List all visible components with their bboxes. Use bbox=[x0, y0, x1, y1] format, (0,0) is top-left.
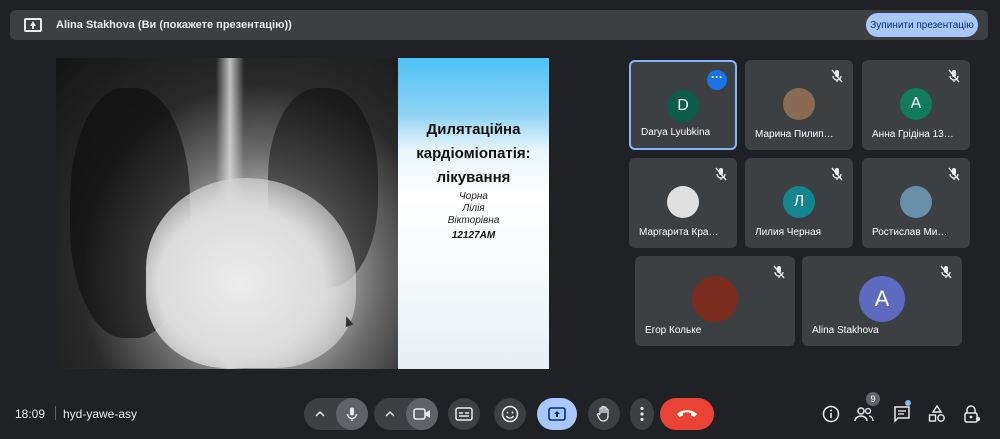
participant-name: Darya Lyubkina bbox=[641, 127, 711, 138]
presentation-slide: Дилятаційна кардіоміопатія: лікування Чо… bbox=[56, 58, 549, 369]
divider bbox=[55, 406, 56, 420]
slide-group: 12127АМ bbox=[451, 230, 496, 241]
slide-heading: Дилятаційна кардіоміопатія: лікування bbox=[398, 118, 549, 190]
mic-off-icon bbox=[948, 69, 960, 83]
presentation-banner: Alina Stakhova (Ви (покажете презентацію… bbox=[10, 10, 988, 40]
mic-off-icon bbox=[940, 265, 952, 279]
avatar bbox=[667, 186, 699, 218]
chevron-up-icon[interactable] bbox=[314, 408, 326, 420]
host-controls-button[interactable] bbox=[960, 402, 984, 426]
participant-tile[interactable]: Марина Пилип… bbox=[745, 60, 853, 150]
more-vertical-icon bbox=[640, 406, 644, 422]
camera-control-group bbox=[374, 398, 438, 430]
participant-name: Егор Кольке bbox=[645, 325, 702, 336]
meeting-details-button[interactable] bbox=[819, 402, 843, 426]
mic-off-icon bbox=[948, 167, 960, 181]
avatar: D bbox=[667, 90, 699, 122]
people-icon bbox=[854, 407, 874, 422]
mic-control-group bbox=[304, 398, 368, 430]
hang-up-icon bbox=[677, 410, 697, 417]
captions-icon bbox=[455, 407, 473, 421]
participant-tile[interactable]: A Alina Stakhova bbox=[802, 256, 962, 346]
participant-tile[interactable]: A Анна Грідіна 13… bbox=[862, 60, 970, 150]
slide-heading-line: кардіоміопатія: bbox=[416, 145, 531, 162]
avatar: A bbox=[900, 88, 932, 120]
slide-author: Чорна Лілія Вікторівна bbox=[398, 191, 549, 227]
more-options-button[interactable] bbox=[630, 398, 654, 430]
avatar bbox=[900, 186, 932, 218]
stop-presenting-button[interactable]: Зупинити презентацію bbox=[866, 13, 978, 37]
mic-off-icon bbox=[715, 167, 727, 181]
slide-heading-line: Дилятаційна bbox=[426, 121, 521, 138]
slide-text-panel: Дилятаційна кардіоміопатія: лікування Чо… bbox=[398, 58, 549, 369]
participant-tile[interactable]: Л Лилия Черная bbox=[745, 158, 853, 248]
participant-name: Анна Грідіна 13… bbox=[872, 129, 954, 140]
participant-tile[interactable]: ··· D Darya Lyubkina bbox=[629, 60, 737, 150]
banner-title: Alina Stakhova (Ви (покажете презентацію… bbox=[56, 19, 292, 31]
participant-tile[interactable]: Ростислав Ми… bbox=[862, 158, 970, 248]
participant-tile[interactable]: Маргарита Кра… bbox=[629, 158, 737, 248]
participant-name: Маргарита Кра… bbox=[639, 227, 719, 238]
present-screen-icon bbox=[24, 18, 42, 32]
slide-author-line: Чорна bbox=[459, 191, 488, 202]
shapes-icon bbox=[928, 405, 945, 422]
participant-name: Alina Stakhova bbox=[812, 325, 879, 336]
slide-heading-line: лікування bbox=[436, 169, 511, 186]
avatar: A bbox=[859, 276, 905, 322]
more-options-icon[interactable]: ··· bbox=[707, 70, 727, 90]
raise-hand-button[interactable] bbox=[588, 398, 620, 430]
captions-button[interactable] bbox=[448, 398, 480, 430]
present-now-button[interactable] bbox=[537, 398, 577, 430]
meeting-code: hyd-yawe-asy bbox=[63, 407, 138, 421]
participant-name: Ростислав Ми… bbox=[872, 227, 948, 238]
slide-author-line: Лілія bbox=[462, 203, 485, 214]
participant-name: Марина Пилип… bbox=[755, 129, 834, 140]
mic-off-icon bbox=[773, 265, 785, 279]
participant-name: Лилия Черная bbox=[755, 227, 822, 238]
avatar bbox=[692, 276, 738, 322]
people-count-badge: 9 bbox=[866, 392, 880, 406]
lock-person-icon bbox=[964, 405, 981, 423]
emoji-icon bbox=[501, 405, 519, 423]
chat-notification-dot bbox=[905, 400, 911, 406]
slide-author-line: Вікторівна bbox=[447, 215, 500, 226]
info-icon bbox=[822, 405, 840, 423]
chat-button[interactable] bbox=[890, 402, 914, 426]
leave-call-button[interactable] bbox=[660, 398, 714, 430]
clock: 18:09 bbox=[15, 407, 46, 421]
camera-button[interactable] bbox=[406, 398, 438, 430]
activities-button[interactable] bbox=[925, 402, 949, 426]
avatar: Л bbox=[783, 186, 815, 218]
hand-icon bbox=[596, 405, 609, 422]
mic-off-icon bbox=[831, 69, 843, 83]
control-bar: 18:09 hyd-yawe-asy bbox=[0, 389, 1000, 439]
camera-icon bbox=[413, 408, 430, 420]
microphone-button[interactable] bbox=[336, 398, 368, 430]
microphone-icon bbox=[346, 407, 358, 421]
participant-tile[interactable]: Егор Кольке bbox=[635, 256, 795, 346]
avatar bbox=[783, 88, 815, 120]
present-screen-icon bbox=[548, 407, 566, 421]
mic-off-icon bbox=[831, 167, 843, 181]
reactions-button[interactable] bbox=[494, 398, 526, 430]
chevron-up-icon[interactable] bbox=[384, 408, 396, 420]
chat-icon bbox=[894, 406, 910, 423]
